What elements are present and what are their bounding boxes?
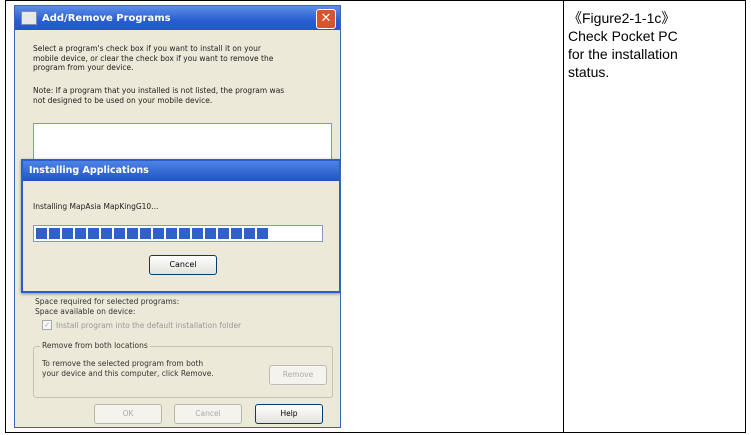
- progress-segment: [140, 228, 151, 239]
- progress-segment: [231, 228, 242, 239]
- add-remove-programs-dialog: Add/Remove Programs ✕ Select a program's…: [14, 5, 341, 428]
- progress-segment: [101, 228, 112, 239]
- programs-icon: [21, 11, 37, 25]
- instruction-text: Select a program's check box if you want…: [33, 44, 333, 73]
- progress-segment: [205, 228, 216, 239]
- caption-line: 《Figure2-1-1c》: [568, 10, 676, 26]
- default-location-label: Install program into the default install…: [56, 320, 242, 330]
- dialog-title: Add/Remove Programs: [42, 12, 171, 24]
- caption-line: Check Pocket PC: [568, 28, 678, 44]
- install-progress-bar: [33, 225, 323, 242]
- progress-segment: [166, 228, 177, 239]
- remove-both-group: Remove from both locations To remove the…: [33, 341, 333, 398]
- progress-segment: [114, 228, 125, 239]
- remove-button[interactable]: Remove: [269, 365, 327, 385]
- table-top-border: [5, 0, 746, 1]
- note-line: not designed to be used on your mobile d…: [33, 95, 213, 105]
- note-text: Note: If a program that you installed is…: [33, 86, 333, 105]
- instruction-line: program from your device.: [33, 63, 134, 72]
- table-right-border: [745, 0, 746, 433]
- checkbox-checked-icon: ✓: [42, 320, 52, 330]
- progress-segment: [127, 228, 138, 239]
- table-left-border: [5, 0, 6, 433]
- caption-line: status.: [568, 64, 610, 80]
- progress-segment: [179, 228, 190, 239]
- progress-segment: [192, 228, 203, 239]
- close-button[interactable]: ✕: [316, 9, 336, 29]
- progress-segment: [88, 228, 99, 239]
- progress-segment: [49, 228, 60, 239]
- remove-group-title: Remove from both locations: [40, 341, 150, 350]
- dialog-title-bar: Add/Remove Programs ✕: [15, 6, 340, 30]
- cancel-button[interactable]: Cancel: [174, 404, 242, 424]
- figure-caption: 《Figure2-1-1c》 Check Pocket PC for the i…: [568, 9, 738, 81]
- progress-segment: [75, 228, 86, 239]
- install-status: Installing MapAsia MapKingG10...: [33, 202, 159, 211]
- progress-segment: [62, 228, 73, 239]
- progress-title: Installing Applications: [23, 161, 339, 181]
- installing-applications-dialog: Installing Applications Installing MapAs…: [21, 159, 340, 293]
- progress-segment: [36, 228, 47, 239]
- help-button[interactable]: Help: [255, 404, 323, 424]
- table-bottom-border: [5, 432, 746, 433]
- caption-line: for the installation: [568, 46, 678, 62]
- default-location-option: ✓ Install program into the default insta…: [42, 320, 241, 330]
- remove-group-text: To remove the selected program from both…: [42, 359, 252, 378]
- progress-segment: [257, 228, 268, 239]
- instruction-line: mobile device, or clear the check box if…: [33, 53, 274, 63]
- table-column-divider: [563, 0, 564, 433]
- remove-text-line: your device and this computer, click Rem…: [42, 368, 214, 378]
- progress-cancel-button[interactable]: Cancel: [149, 255, 217, 275]
- space-available-label: Space available on device:: [35, 307, 136, 316]
- instruction-line: Select a program's check box if you want…: [33, 44, 261, 53]
- progress-segment: [218, 228, 229, 239]
- progress-segment: [153, 228, 164, 239]
- progress-segment: [244, 228, 255, 239]
- space-required-label: Space required for selected programs:: [35, 297, 180, 306]
- note-line: Note: If a program that you installed is…: [33, 86, 285, 95]
- ok-button[interactable]: OK: [94, 404, 162, 424]
- remove-text-line: To remove the selected program from both: [42, 359, 204, 368]
